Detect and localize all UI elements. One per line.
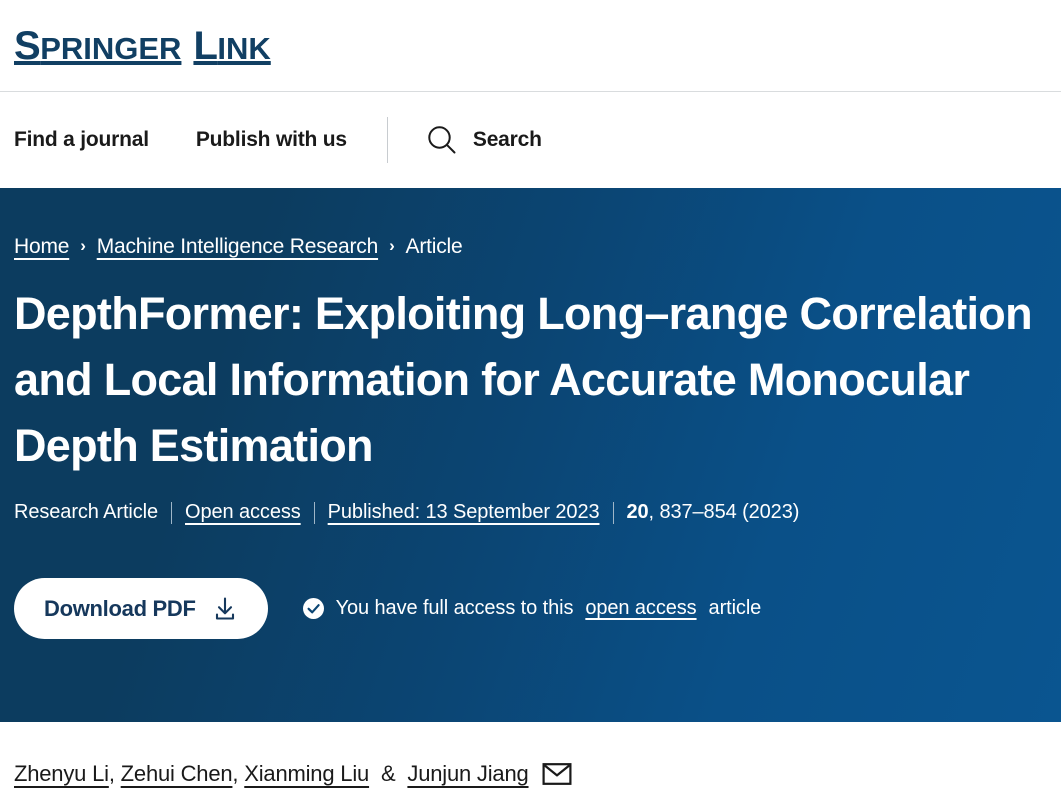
meta-divider: [171, 501, 173, 524]
nav-item-publish-with-us[interactable]: Publish with us: [196, 128, 347, 152]
hero-action-row: Download PDF You have full access to thi…: [14, 578, 1047, 639]
author-link[interactable]: Junjun Jiang: [407, 761, 528, 787]
logo-word-link: LINK: [193, 23, 271, 68]
breadcrumb-item-home[interactable]: Home: [14, 235, 69, 259]
envelope-icon[interactable]: [542, 761, 572, 787]
open-access-link[interactable]: Open access: [185, 501, 301, 524]
breadcrumb-separator-icon: ›: [389, 236, 395, 255]
download-icon: [212, 596, 238, 622]
nav-divider: [386, 117, 388, 163]
site-masthead: SPRINGER LINK: [0, 0, 1061, 92]
nav-item-find-a-journal[interactable]: Find a journal: [14, 128, 149, 152]
check-circle-icon: [302, 598, 324, 619]
search-label: Search: [472, 128, 542, 151]
authors-list: Zhenyu Li, Zehui Chen, Xianming Liu & Ju…: [0, 722, 1061, 787]
springer-link-logo[interactable]: SPRINGER LINK: [14, 26, 271, 66]
author-comma: ,: [232, 761, 239, 786]
page-range: , 837–854 (2023): [648, 501, 800, 523]
meta-divider: [612, 501, 614, 524]
article-metadata: Research Article Open access Published: …: [14, 501, 1047, 524]
meta-divider: [313, 501, 315, 524]
full-access-note: You have full access to this open access…: [302, 597, 762, 620]
breadcrumb-item-journal[interactable]: Machine Intelligence Research: [97, 235, 379, 259]
full-access-text-before: You have full access to this: [335, 597, 574, 619]
volume-number: 20: [626, 501, 649, 523]
author-comma: ,: [108, 761, 115, 786]
article-hero-banner: Home › Machine Intelligence Research › A…: [0, 188, 1061, 722]
logo-word-springer: SPRINGER: [14, 23, 182, 68]
page-title: DepthFormer: Exploiting Long–range Corre…: [14, 288, 1033, 471]
published-date-link[interactable]: Published: 13 September 2023: [328, 501, 600, 524]
author-link[interactable]: Zehui Chen: [121, 761, 233, 787]
main-navigation: Find a journal Publish with us Search: [0, 92, 1061, 188]
full-access-text-after: article: [708, 597, 762, 619]
breadcrumb-item-article: Article: [405, 235, 463, 258]
open-access-article-link[interactable]: open access: [585, 597, 696, 620]
author-link[interactable]: Zhenyu Li: [14, 761, 109, 787]
author-link[interactable]: Xianming Liu: [244, 761, 369, 787]
author-ampersand: &: [380, 761, 396, 786]
download-pdf-button[interactable]: Download PDF: [14, 578, 268, 639]
breadcrumb: Home › Machine Intelligence Research › A…: [14, 188, 1047, 259]
breadcrumb-separator-icon: ›: [80, 236, 86, 255]
download-pdf-label: Download PDF: [44, 595, 196, 621]
article-type: Research Article: [14, 501, 159, 523]
search-button[interactable]: Search: [425, 123, 542, 157]
search-icon: [425, 123, 459, 157]
